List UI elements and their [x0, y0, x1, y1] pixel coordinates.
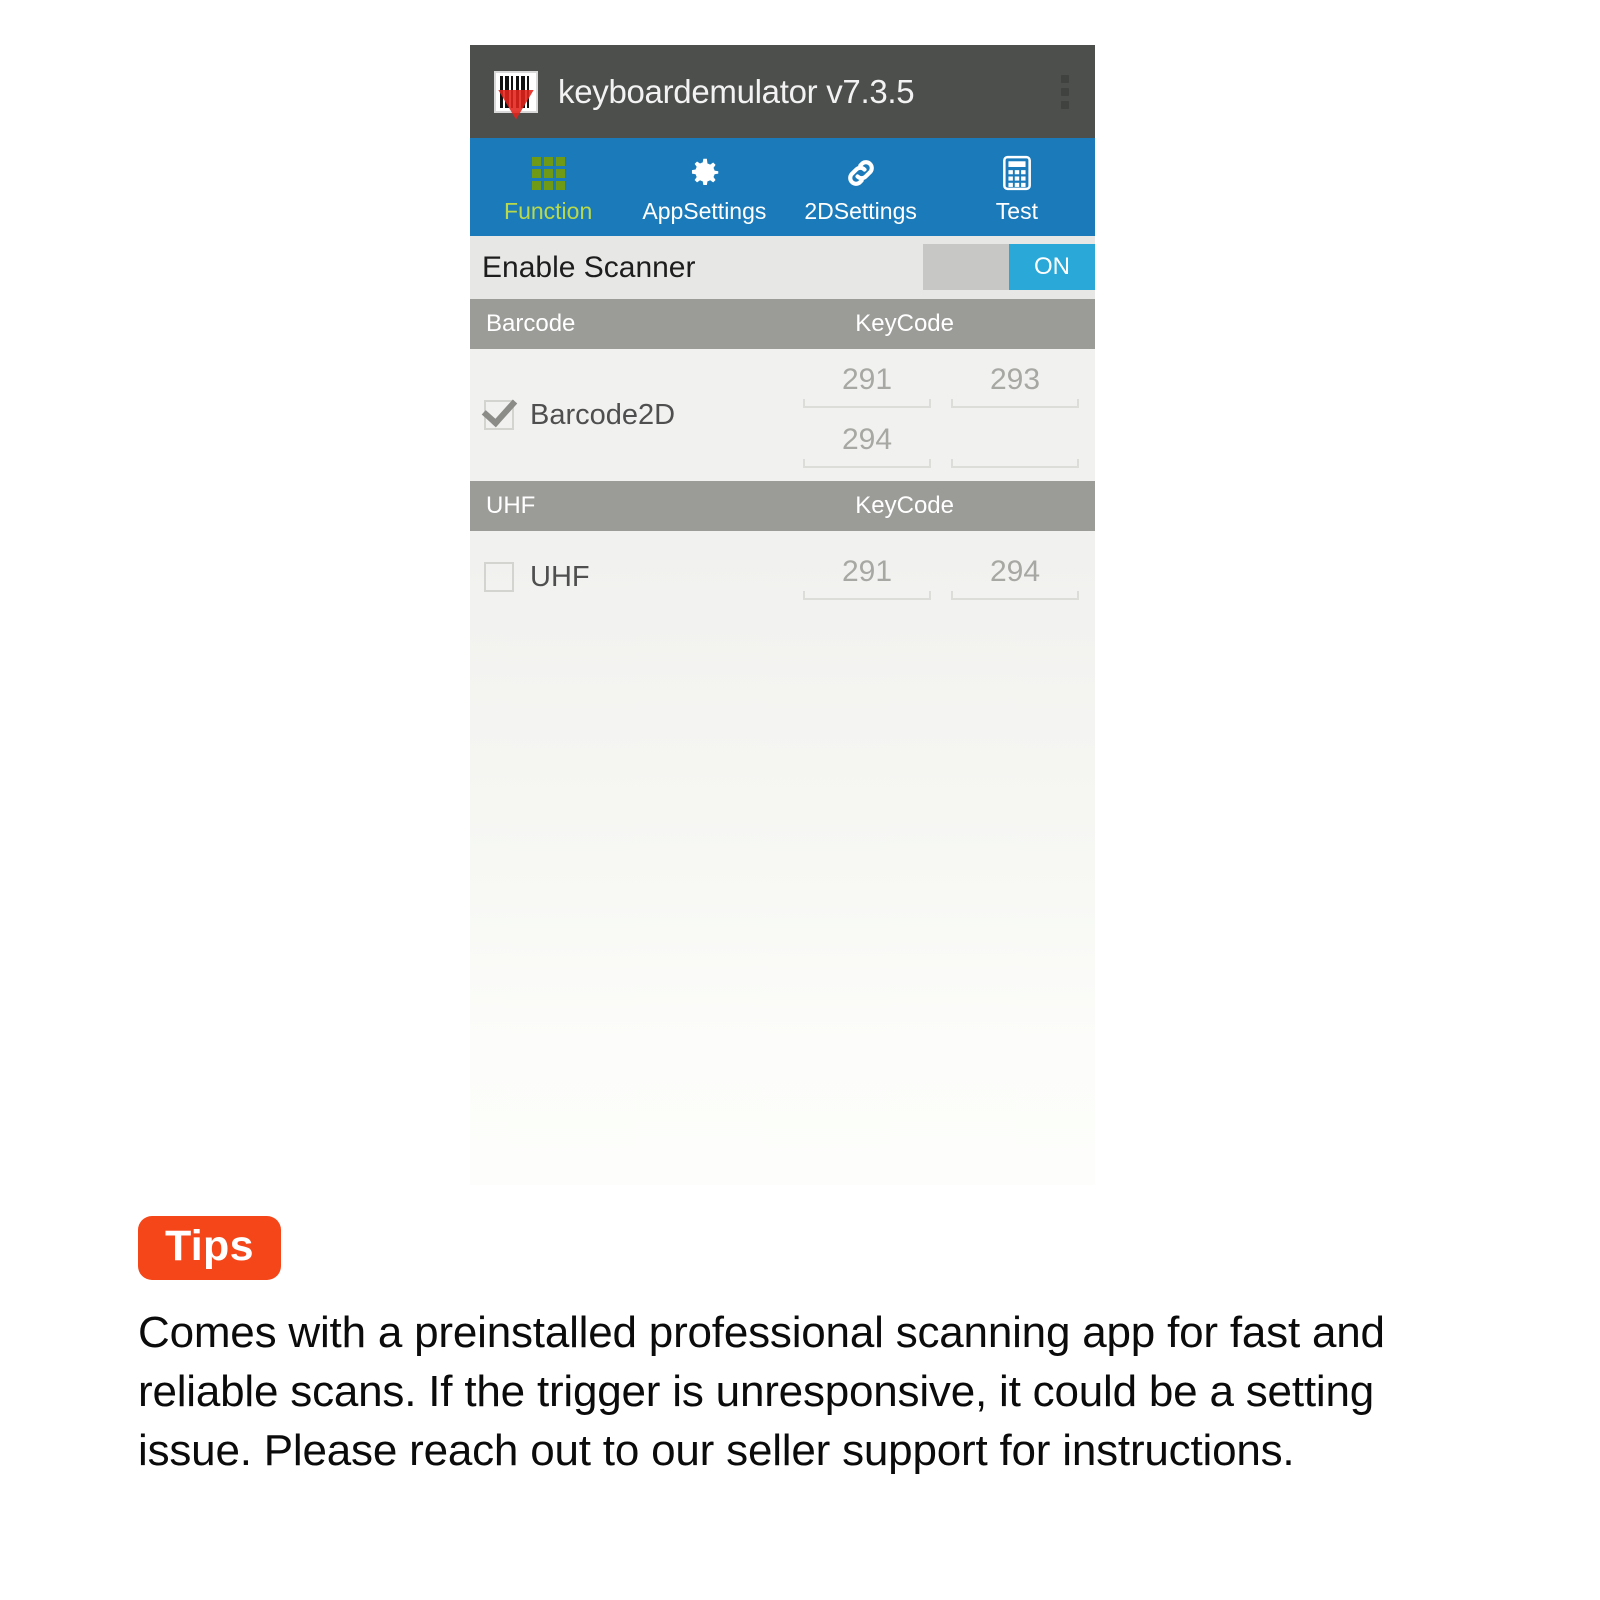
barcode2d-keycode-row-1: 291 293	[803, 360, 1079, 410]
uhf-header-label: UHF	[486, 492, 536, 519]
tab-test-label: Test	[995, 198, 1038, 224]
tab-appsettings[interactable]: AppSettings	[626, 138, 782, 236]
overflow-menu-icon[interactable]	[1061, 74, 1073, 109]
barcode2d-row: Barcode2D 291 293 294	[470, 349, 1095, 481]
barcode2d-keycode-field-3[interactable]: 294	[803, 420, 931, 470]
tips-badge: Tips	[138, 1216, 281, 1280]
overflow-dot	[1061, 100, 1069, 109]
barcode2d-keycode-fields: 291 293 294	[803, 360, 1095, 470]
barcode-keycode-header-label: KeyCode	[855, 310, 954, 337]
toggle-track-off	[923, 244, 1009, 290]
barcode-section-header: Barcode KeyCode	[470, 299, 1095, 349]
barcode-scan-icon	[494, 70, 538, 120]
tips-section: Tips Comes with a preinstalled professio…	[138, 1216, 1468, 1481]
gear-icon	[685, 153, 723, 193]
tab-function[interactable]: Function	[470, 138, 626, 236]
tab-bar: Function AppSettings 2DSettings Test	[470, 138, 1095, 236]
barcode2d-checkbox[interactable]	[484, 400, 514, 430]
uhf-checkbox-wrap[interactable]: UHF	[484, 561, 590, 594]
uhf-keycode-field-2[interactable]: 294	[951, 552, 1079, 602]
toggle-state-label: ON	[1009, 244, 1095, 290]
app-screenshot-panel: keyboardemulator v7.3.5 Function AppSett…	[470, 45, 1095, 1185]
tips-body-text: Comes with a preinstalled professional s…	[138, 1308, 1385, 1475]
uhf-keycode-value-2: 294	[989, 555, 1041, 588]
app-title: keyboardemulator v7.3.5	[558, 72, 915, 110]
barcode2d-label: Barcode2D	[530, 398, 676, 431]
barcode2d-keycode-field-2[interactable]: 293	[951, 360, 1079, 410]
tab-test[interactable]: Test	[939, 138, 1095, 236]
enable-scanner-toggle[interactable]: ON	[923, 244, 1095, 290]
uhf-row: UHF 291 294	[470, 531, 1095, 623]
link-chain-icon	[841, 153, 881, 193]
app-title-bar: keyboardemulator v7.3.5	[470, 45, 1095, 138]
tab-function-label: Function	[504, 198, 593, 224]
barcode2d-keycode-value-2: 293	[989, 363, 1041, 396]
uhf-keycode-field-1[interactable]: 291	[803, 552, 931, 602]
barcode2d-keycode-value-1: 291	[841, 363, 893, 396]
barcode2d-keycode-row-2: 294	[803, 420, 1079, 470]
uhf-keycode-row-1: 291 294	[803, 552, 1079, 602]
overflow-dot	[1061, 74, 1069, 83]
tab-appsettings-label: AppSettings	[642, 198, 767, 224]
barcode2d-keycode-field-1[interactable]: 291	[803, 360, 931, 410]
uhf-label: UHF	[530, 560, 590, 593]
barcode-header-label: Barcode	[486, 310, 576, 337]
uhf-keycode-value-1: 291	[841, 555, 893, 588]
enable-scanner-label: Enable Scanner	[482, 250, 696, 284]
uhf-checkbox[interactable]	[484, 562, 514, 592]
tab-2dsettings-label: 2DSettings	[804, 198, 917, 224]
uhf-section-header: UHF KeyCode	[470, 481, 1095, 531]
enable-scanner-row: Enable Scanner ON	[470, 236, 1095, 299]
grid-icon	[531, 153, 565, 193]
uhf-keycode-fields: 291 294	[803, 552, 1095, 602]
tab-2dsettings[interactable]: 2DSettings	[783, 138, 939, 236]
calculator-icon	[1000, 153, 1034, 193]
overflow-dot	[1061, 87, 1069, 96]
barcode2d-keycode-value-3: 294	[841, 423, 893, 456]
uhf-keycode-header-label: KeyCode	[855, 492, 954, 519]
barcode2d-keycode-field-4[interactable]	[951, 420, 1079, 470]
barcode2d-checkbox-wrap[interactable]: Barcode2D	[484, 399, 675, 432]
